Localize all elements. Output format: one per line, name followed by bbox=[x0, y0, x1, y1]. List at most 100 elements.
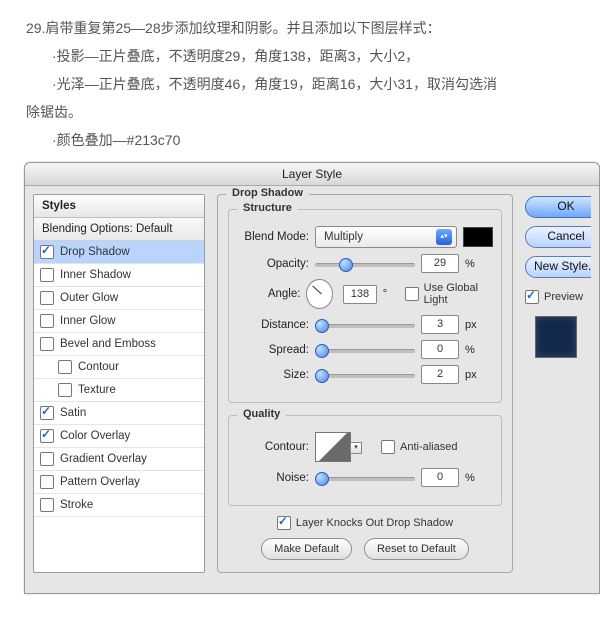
instruction-line-1: 29.肩带重复第25—28步添加纹理和阴影。并且添加以下图层样式： bbox=[26, 14, 574, 42]
quality-title: Quality bbox=[237, 408, 286, 420]
structure-group: Structure Blend Mode: Multiply ▴▾ bbox=[228, 209, 502, 403]
opacity-label: Opacity: bbox=[237, 258, 309, 270]
instruction-sub-2b: 除锯齿。 bbox=[26, 98, 574, 126]
use-global-light-label: Use Global Light bbox=[424, 282, 493, 306]
effect-label: Outer Glow bbox=[60, 292, 118, 304]
checkbox-icon[interactable] bbox=[40, 406, 54, 420]
checkbox-icon[interactable] bbox=[40, 314, 54, 328]
size-unit: px bbox=[465, 369, 483, 381]
checkbox-icon bbox=[381, 440, 395, 454]
distance-input[interactable]: 3 bbox=[421, 315, 459, 334]
effect-inner-shadow[interactable]: Inner Shadow bbox=[34, 264, 204, 287]
use-global-light-checkbox[interactable]: Use Global Light bbox=[405, 282, 493, 306]
spread-slider[interactable] bbox=[315, 343, 415, 357]
effect-pattern-overlay[interactable]: Pattern Overlay bbox=[34, 471, 204, 494]
checkbox-icon[interactable] bbox=[40, 452, 54, 466]
noise-slider[interactable] bbox=[315, 471, 415, 485]
instruction-sub-1: ·投影—正片叠底，不透明度29，角度138，距离3，大小2， bbox=[26, 42, 574, 70]
angle-label: Angle: bbox=[237, 288, 300, 300]
group-title: Drop Shadow bbox=[226, 187, 309, 199]
blend-mode-value: Multiply bbox=[324, 231, 363, 243]
angle-input[interactable]: 138 bbox=[343, 285, 377, 304]
effect-inner-glow[interactable]: Inner Glow bbox=[34, 310, 204, 333]
noise-unit: % bbox=[465, 472, 483, 484]
chevron-down-icon[interactable]: ▾ bbox=[350, 442, 362, 454]
structure-title: Structure bbox=[237, 202, 298, 214]
distance-label: Distance: bbox=[237, 319, 309, 331]
distance-unit: px bbox=[465, 319, 483, 331]
effect-label: Pattern Overlay bbox=[60, 476, 140, 488]
opacity-unit: % bbox=[465, 258, 483, 270]
checkbox-icon bbox=[405, 287, 419, 301]
checkbox-icon bbox=[525, 290, 539, 304]
spread-label: Spread: bbox=[237, 344, 309, 356]
preview-swatch bbox=[535, 316, 577, 358]
effect-contour[interactable]: Contour bbox=[34, 356, 204, 379]
contour-label: Contour: bbox=[237, 441, 309, 453]
spread-unit: % bbox=[465, 344, 483, 356]
preview-label: Preview bbox=[544, 291, 583, 303]
angle-unit: ° bbox=[383, 288, 399, 300]
checkbox-icon[interactable] bbox=[40, 245, 54, 259]
effect-label: Contour bbox=[78, 361, 119, 373]
blending-options-row[interactable]: Blending Options: Default bbox=[34, 218, 204, 241]
make-default-button[interactable]: Make Default bbox=[261, 538, 352, 560]
effect-bevel-emboss[interactable]: Bevel and Emboss bbox=[34, 333, 204, 356]
checkbox-icon[interactable] bbox=[40, 498, 54, 512]
tutorial-instructions: 29.肩带重复第25—28步添加纹理和阴影。并且添加以下图层样式： ·投影—正片… bbox=[0, 0, 600, 162]
instruction-sub-2: ·光泽—正片叠底，不透明度46，角度19，距离16，大小31，取消勾选消 bbox=[26, 70, 574, 98]
effect-label: Stroke bbox=[60, 499, 93, 511]
size-input[interactable]: 2 bbox=[421, 365, 459, 384]
shadow-color-swatch[interactable] bbox=[463, 227, 493, 247]
effect-texture[interactable]: Texture bbox=[34, 379, 204, 402]
checkbox-icon[interactable] bbox=[40, 429, 54, 443]
effect-label: Gradient Overlay bbox=[60, 453, 147, 465]
cancel-button[interactable]: Cancel bbox=[525, 226, 591, 248]
reset-default-button[interactable]: Reset to Default bbox=[364, 538, 469, 560]
checkbox-icon[interactable] bbox=[40, 337, 54, 351]
angle-dial[interactable] bbox=[306, 279, 333, 309]
effect-color-overlay[interactable]: Color Overlay bbox=[34, 425, 204, 448]
effect-label: Drop Shadow bbox=[60, 246, 130, 258]
checkbox-icon[interactable] bbox=[58, 360, 72, 374]
effect-label: Inner Shadow bbox=[60, 269, 131, 281]
layer-knocks-out-checkbox[interactable]: Layer Knocks Out Drop Shadow bbox=[277, 516, 453, 530]
effect-label: Inner Glow bbox=[60, 315, 116, 327]
spread-input[interactable]: 0 bbox=[421, 340, 459, 359]
effect-gradient-overlay[interactable]: Gradient Overlay bbox=[34, 448, 204, 471]
contour-picker[interactable]: ▾ bbox=[315, 432, 351, 462]
anti-aliased-checkbox[interactable]: Anti-aliased bbox=[381, 440, 457, 454]
effect-label: Bevel and Emboss bbox=[60, 338, 156, 350]
checkbox-icon[interactable] bbox=[58, 383, 72, 397]
quality-group: Quality Contour: ▾ Anti-aliased bbox=[228, 415, 502, 506]
dialog-right-buttons: OK Cancel New Style... Preview bbox=[525, 194, 591, 573]
checkbox-icon[interactable] bbox=[40, 268, 54, 282]
layer-knocks-out-label: Layer Knocks Out Drop Shadow bbox=[296, 517, 453, 529]
styles-header[interactable]: Styles bbox=[34, 195, 204, 218]
drop-shadow-group: Drop Shadow Structure Blend Mode: Multip… bbox=[217, 194, 513, 573]
dialog-title: Layer Style bbox=[25, 163, 599, 186]
blend-mode-select[interactable]: Multiply ▴▾ bbox=[315, 226, 457, 248]
ok-button[interactable]: OK bbox=[525, 196, 591, 218]
size-label: Size: bbox=[237, 369, 309, 381]
opacity-slider[interactable] bbox=[315, 257, 415, 271]
effect-label: Texture bbox=[78, 384, 116, 396]
checkbox-icon[interactable] bbox=[40, 475, 54, 489]
checkbox-icon bbox=[277, 516, 291, 530]
blend-mode-label: Blend Mode: bbox=[237, 231, 309, 243]
effect-stroke[interactable]: Stroke bbox=[34, 494, 204, 517]
effect-satin[interactable]: Satin bbox=[34, 402, 204, 425]
opacity-input[interactable]: 29 bbox=[421, 254, 459, 273]
checkbox-icon[interactable] bbox=[40, 291, 54, 305]
new-style-button[interactable]: New Style... bbox=[525, 256, 591, 278]
preview-checkbox[interactable]: Preview bbox=[525, 290, 591, 304]
effect-drop-shadow[interactable]: Drop Shadow bbox=[34, 241, 204, 264]
noise-label: Noise: bbox=[237, 472, 309, 484]
select-arrows-icon: ▴▾ bbox=[436, 229, 452, 245]
size-slider[interactable] bbox=[315, 368, 415, 382]
anti-aliased-label: Anti-aliased bbox=[400, 441, 457, 453]
effect-outer-glow[interactable]: Outer Glow bbox=[34, 287, 204, 310]
noise-input[interactable]: 0 bbox=[421, 468, 459, 487]
layer-style-dialog: Layer Style Styles Blending Options: Def… bbox=[24, 162, 600, 594]
distance-slider[interactable] bbox=[315, 318, 415, 332]
